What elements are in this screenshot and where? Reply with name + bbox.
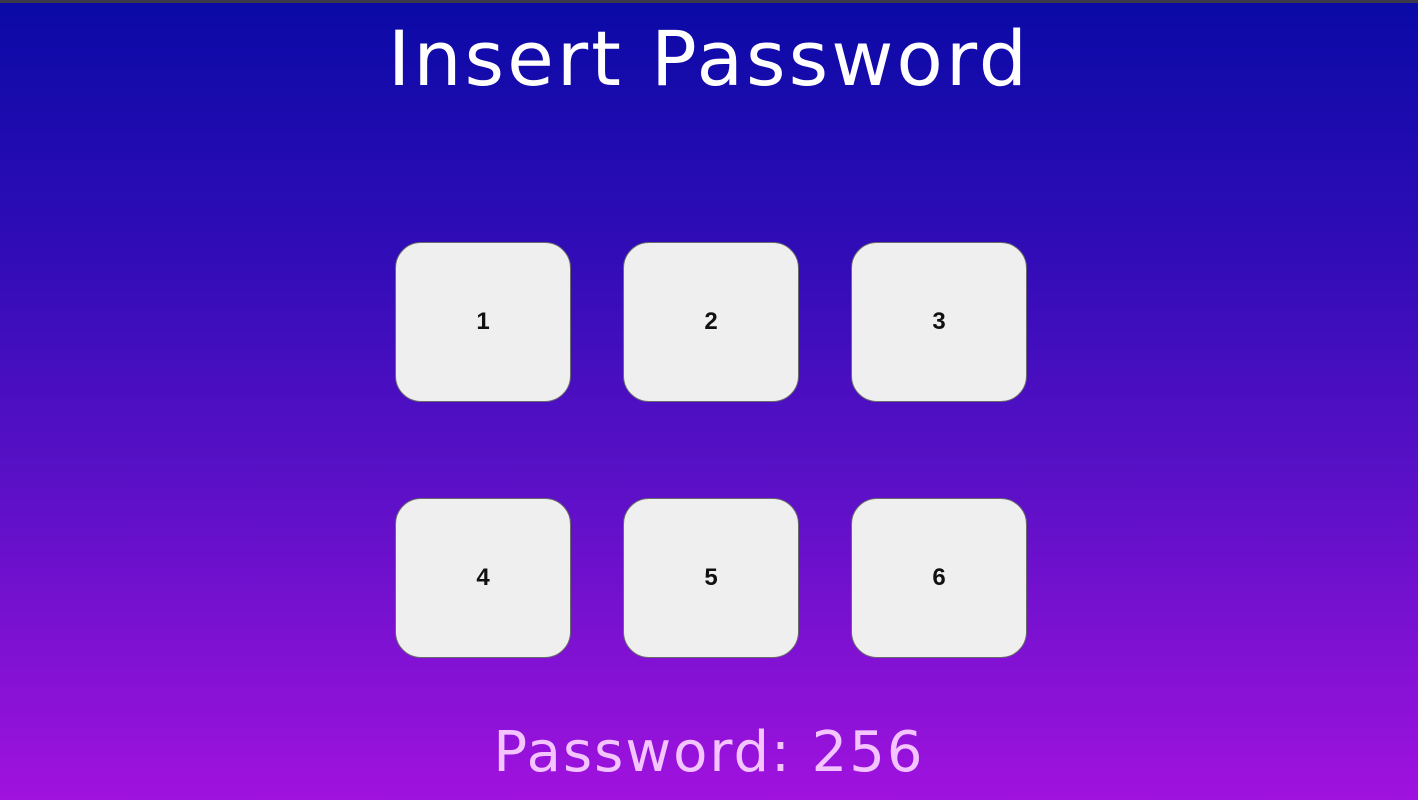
key-3-label: 3 bbox=[932, 308, 946, 335]
key-2-label: 2 bbox=[704, 308, 718, 335]
password-label: Password: bbox=[493, 720, 792, 785]
key-4-button[interactable]: 4 bbox=[395, 498, 571, 658]
key-2-button[interactable]: 2 bbox=[623, 242, 799, 402]
password-value: 256 bbox=[811, 720, 925, 785]
key-3-button[interactable]: 3 bbox=[851, 242, 1027, 402]
page-title: Insert Password bbox=[387, 14, 1031, 103]
password-display: Password: 256 bbox=[0, 720, 1418, 785]
key-6-button[interactable]: 6 bbox=[851, 498, 1027, 658]
key-4-label: 4 bbox=[476, 564, 490, 591]
key-5-label: 5 bbox=[704, 564, 718, 591]
key-5-button[interactable]: 5 bbox=[623, 498, 799, 658]
key-1-button[interactable]: 1 bbox=[395, 242, 571, 402]
window-top-border bbox=[0, 0, 1418, 3]
key-1-label: 1 bbox=[476, 308, 490, 335]
key-6-label: 6 bbox=[932, 564, 946, 591]
